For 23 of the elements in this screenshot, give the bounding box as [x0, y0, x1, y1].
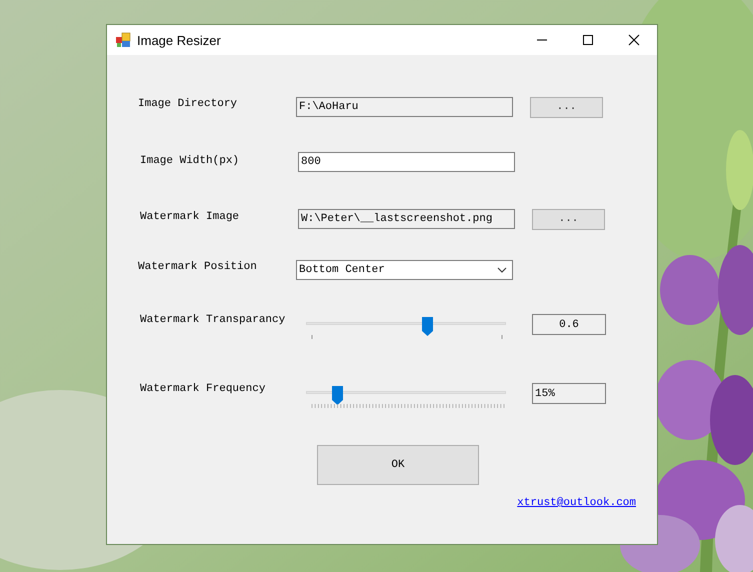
ok-button[interactable]: OK [317, 445, 479, 485]
email-link[interactable]: xtrust@outlook.com [517, 497, 636, 509]
input-field[interactable]: F:\AoHaru [296, 97, 513, 117]
field-label: Watermark Frequency [140, 383, 266, 395]
browse-button[interactable]: ... [530, 96, 603, 118]
chevron-down-icon [497, 267, 507, 273]
slider-thumb[interactable] [422, 317, 433, 336]
maximize-icon [582, 34, 594, 46]
app-icon [115, 32, 131, 48]
slider-thumb[interactable] [332, 386, 343, 405]
browse-button[interactable]: ... [532, 208, 605, 230]
field-label: Watermark Transparancy [140, 314, 286, 326]
value-field[interactable]: 15% [532, 383, 606, 404]
value-field[interactable]: 0.6 [532, 314, 606, 335]
close-icon [628, 34, 640, 46]
field-label: Watermark Image [140, 210, 240, 222]
field-label: Image Width(px) [140, 155, 240, 167]
dropdown[interactable]: Bottom Center [296, 260, 513, 280]
window-title: Image Resizer [137, 32, 221, 48]
input-field[interactable]: 800 [298, 152, 515, 172]
input-field[interactable]: W:\Peter\__lastscreenshot.png [298, 209, 515, 229]
field-label: Watermark Position [138, 260, 258, 272]
field-label: Image Directory [138, 98, 238, 110]
